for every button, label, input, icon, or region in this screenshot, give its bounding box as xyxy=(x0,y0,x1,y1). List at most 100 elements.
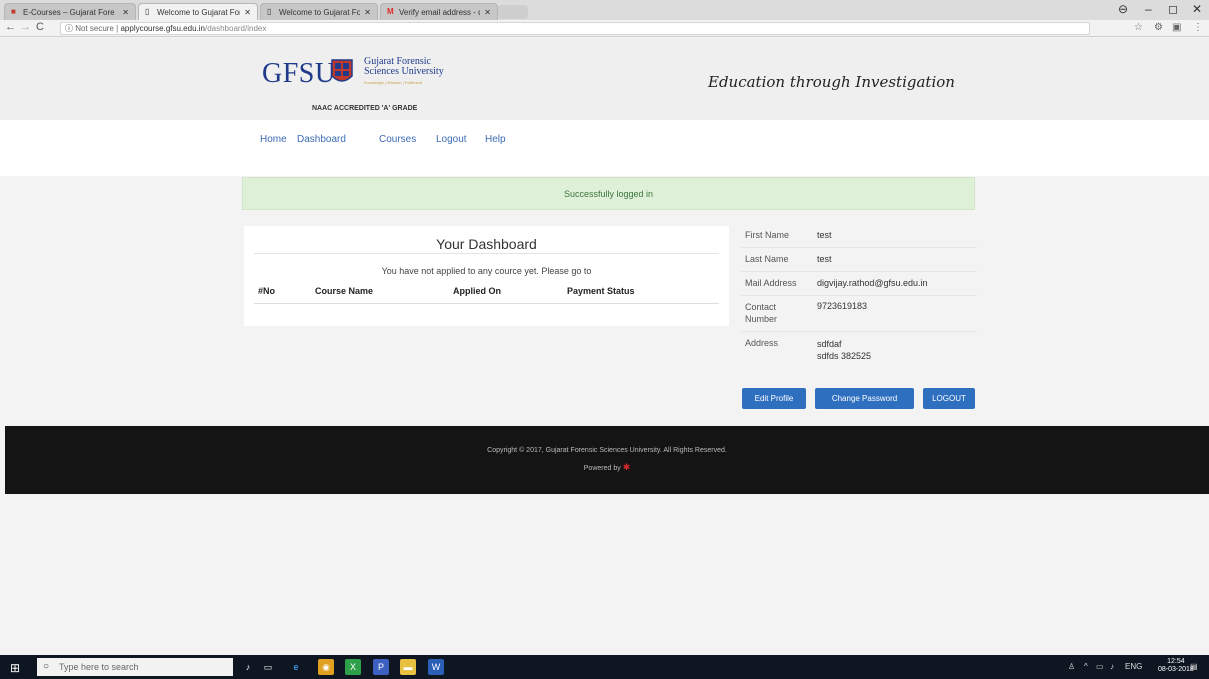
windows-taskbar: ⊞ ○ Type here to search ♪ ▭ e ◉ X P ▬ W … xyxy=(0,655,1209,679)
profile-label: First Name xyxy=(745,230,790,240)
word-icon[interactable]: W xyxy=(428,659,444,675)
column-header-course-name: Course Name xyxy=(315,286,374,296)
profile-row-first-name: First Name test xyxy=(741,224,977,248)
windows-start-icon[interactable]: ⊞ xyxy=(10,661,20,675)
people-icon[interactable]: ♙ xyxy=(1068,662,1075,671)
powered-by-logo-icon[interactable]: ✱ xyxy=(623,462,631,472)
tray-chevron-icon[interactable]: ^ xyxy=(1084,662,1088,671)
tab-label: Welcome to Gujarat Fore xyxy=(279,7,361,17)
profile-label: Mail Address xyxy=(745,278,797,288)
powered-by: Powered by ✱ xyxy=(583,462,631,472)
tab-label: Welcome to Gujarat Fore xyxy=(157,7,241,17)
extension-icon-2[interactable]: ▣ xyxy=(1172,22,1181,33)
url-input[interactable]: ⓘ Not secure | applycourse.gfsu.edu.in/d… xyxy=(60,22,1090,35)
url-path: /dashboard/index xyxy=(204,24,267,33)
browser-tab-3[interactable]: ▯ Welcome to Gujarat Fore ✕ xyxy=(260,3,378,20)
change-password-button[interactable]: Change Password xyxy=(815,388,914,409)
edge-icon[interactable]: e xyxy=(288,659,304,675)
app-icon[interactable]: P xyxy=(373,659,389,675)
dashboard-panel: Your Dashboard You have not applied to a… xyxy=(244,226,729,326)
site-motto: Education through Investigation xyxy=(708,73,955,91)
web-page: GFSU Gujarat Forensic Sciences Universit… xyxy=(0,38,1209,655)
network-icon[interactable]: ▭ xyxy=(1096,662,1104,671)
profile-row-contact: Contact Number 9723619183 xyxy=(741,296,977,332)
microphone-icon[interactable]: ♪ xyxy=(240,659,256,675)
accreditation-label: NAAC ACCREDITED 'A' GRADE xyxy=(312,105,418,112)
profile-value: 9723619183 xyxy=(817,301,868,311)
tab-label: Verify email address - do xyxy=(399,7,481,17)
profile-icon[interactable]: ⊖ xyxy=(1118,2,1128,16)
profile-label: Address xyxy=(745,338,779,348)
close-window-icon[interactable]: ✕ xyxy=(1192,2,1202,16)
crest-icon xyxy=(331,59,353,82)
task-view-icon[interactable]: ▭ xyxy=(260,659,276,675)
back-icon[interactable]: ← xyxy=(5,21,16,33)
gmail-icon: M xyxy=(387,7,394,16)
site-footer: Copyright © 2017, Gujarat Forensic Scien… xyxy=(5,426,1209,494)
new-tab-button[interactable] xyxy=(498,5,528,19)
profile-row-mail: Mail Address digvijay.rathod@gfsu.edu.in xyxy=(741,272,977,296)
nav-dashboard[interactable]: Dashboard xyxy=(297,134,346,145)
chrome-icon[interactable]: ◉ xyxy=(318,659,334,675)
close-icon[interactable]: ✕ xyxy=(122,8,129,17)
profile-row-address: Address sdfdaf sdfds 382525 xyxy=(741,332,977,372)
profile-value: test xyxy=(817,254,832,264)
column-header-applied-on: Applied On xyxy=(453,286,501,296)
wordpress-icon: ■ xyxy=(11,7,16,16)
logout-button[interactable]: LOGOUT xyxy=(923,388,975,409)
browser-tab-bar: ■ E-Courses – Gujarat Fore ✕ ▯ Welcome t… xyxy=(0,0,1209,20)
page-icon: ▯ xyxy=(145,7,150,16)
profile-label: Last Name xyxy=(745,254,789,264)
notifications-icon[interactable]: ▤ xyxy=(1190,662,1198,671)
dashboard-message: You have not applied to any cource yet. … xyxy=(381,266,592,276)
profile-row-last-name: Last Name test xyxy=(741,248,977,272)
security-label: Not secure xyxy=(75,24,114,33)
info-icon[interactable]: ⓘ xyxy=(65,24,73,33)
edit-profile-button[interactable]: Edit Profile xyxy=(742,388,806,409)
university-tagline: Knowledge | Wisdom | Fulfilment xyxy=(364,80,423,85)
forward-icon[interactable]: → xyxy=(20,21,31,33)
tab-label: E-Courses – Gujarat Fore xyxy=(23,7,115,17)
browser-tab-4[interactable]: M Verify email address - do ✕ xyxy=(380,3,498,20)
profile-label: Contact Number xyxy=(745,302,778,324)
success-alert: Successfully logged in xyxy=(242,177,975,210)
extension-icon[interactable]: ⚙ xyxy=(1154,22,1163,33)
column-header-no: #No xyxy=(258,286,276,296)
copyright-text: Copyright © 2017, Gujarat Forensic Scien… xyxy=(487,447,727,454)
search-icon: ○ xyxy=(43,661,50,672)
nav-courses[interactable]: Courses xyxy=(379,134,416,145)
profile-value: sdfdaf sdfds 382525 xyxy=(817,339,872,361)
volume-icon[interactable]: ♪ xyxy=(1110,662,1114,671)
nav-logout[interactable]: Logout xyxy=(436,134,467,145)
excel-icon[interactable]: X xyxy=(345,659,361,675)
reload-icon[interactable]: C xyxy=(36,21,44,33)
star-icon[interactable]: ☆ xyxy=(1134,22,1143,33)
url-host: applycourse.gfsu.edu.in xyxy=(120,24,205,33)
browser-tab-2[interactable]: ▯ Welcome to Gujarat Fore ✕ xyxy=(138,3,258,20)
table-divider xyxy=(254,303,719,304)
close-icon[interactable]: ✕ xyxy=(484,8,491,17)
main-nav: Home Dashboard Courses Logout Help xyxy=(0,120,1209,176)
browser-tab-1[interactable]: ■ E-Courses – Gujarat Fore ✕ xyxy=(4,3,136,20)
taskbar-search-input[interactable]: ○ Type here to search xyxy=(37,658,233,676)
address-bar-row: ← → C ⓘ Not secure | applycourse.gfsu.ed… xyxy=(0,20,1209,37)
dashboard-title: Your Dashboard xyxy=(436,236,537,252)
taskbar-clock[interactable]: 12:54 08-03-2018 xyxy=(1158,658,1194,674)
menu-icon[interactable]: ⋮ xyxy=(1193,22,1203,33)
divider xyxy=(254,253,719,254)
profile-value: test xyxy=(817,230,832,240)
close-icon[interactable]: ✕ xyxy=(244,8,251,17)
page-icon: ▯ xyxy=(267,7,272,16)
site-header: GFSU Gujarat Forensic Sciences Universit… xyxy=(0,38,1209,120)
close-icon[interactable]: ✕ xyxy=(364,8,371,17)
column-header-payment-status: Payment Status xyxy=(567,286,635,296)
nav-home[interactable]: Home xyxy=(260,134,287,145)
profile-value: digvijay.rathod@gfsu.edu.in xyxy=(817,278,928,288)
site-logo[interactable]: GFSU xyxy=(262,58,336,90)
minimize-icon[interactable]: – xyxy=(1145,2,1152,16)
nav-help[interactable]: Help xyxy=(485,134,506,145)
university-name: Gujarat Forensic Sciences University xyxy=(364,56,444,77)
maximize-icon[interactable]: ◻ xyxy=(1168,2,1178,16)
language-label[interactable]: ENG xyxy=(1125,662,1142,671)
file-explorer-icon[interactable]: ▬ xyxy=(400,659,416,675)
